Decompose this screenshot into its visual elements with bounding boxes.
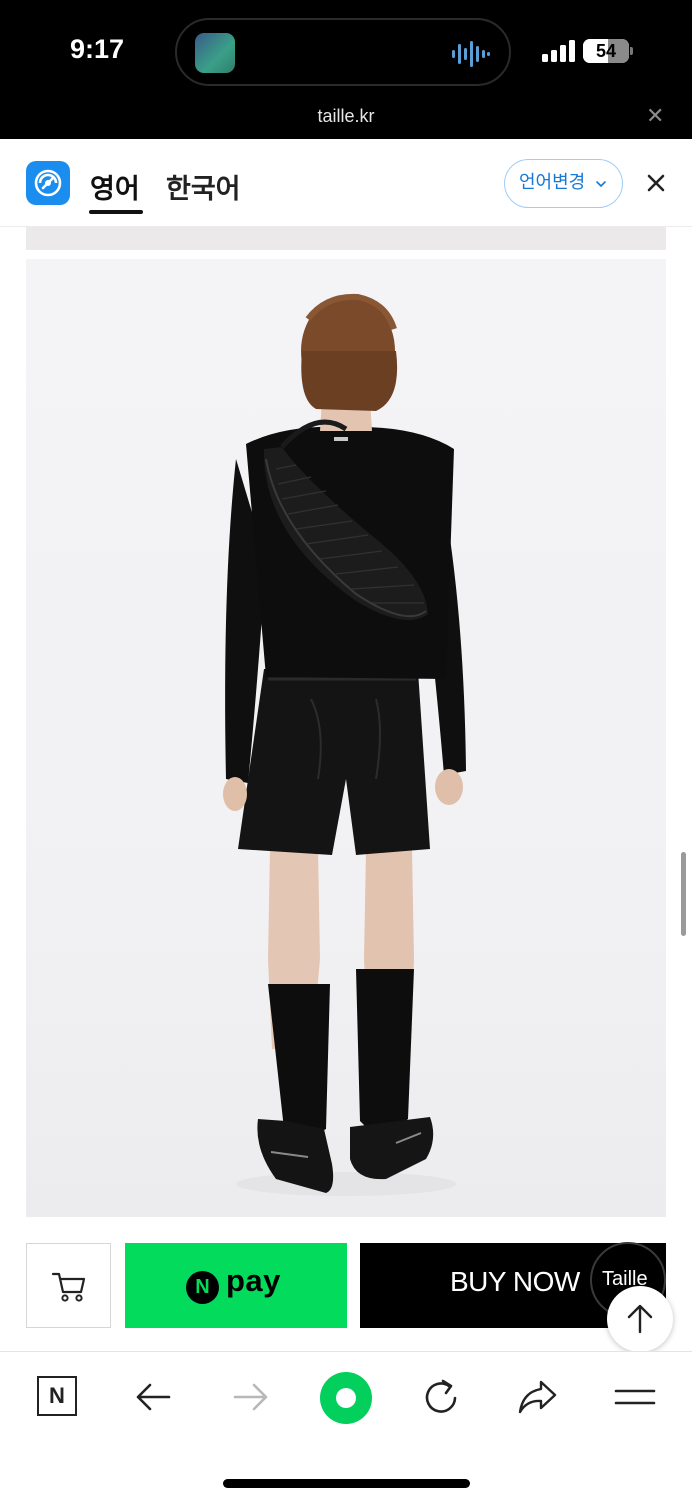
naver-pay-label: pay [226, 1263, 281, 1298]
tab-korean[interactable]: 한국어 [166, 167, 241, 206]
back-arrow-icon[interactable] [131, 1374, 177, 1420]
tab-english[interactable]: 영어 [90, 167, 140, 206]
signal-bars-icon [542, 40, 575, 62]
change-language-label: 언어변경 [519, 172, 586, 193]
forward-arrow-icon[interactable] [227, 1374, 273, 1420]
product-photo [26, 259, 666, 1217]
scrollbar-thumb[interactable] [681, 852, 686, 936]
naver-home-icon[interactable]: N [37, 1376, 77, 1416]
status-time: 9:17 [70, 34, 125, 64]
close-icon[interactable] [643, 170, 669, 196]
close-icon[interactable]: ✕ [646, 105, 664, 127]
recording-app-icon [195, 33, 235, 73]
browser-toolbar: N [0, 1351, 692, 1500]
battery-indicator: 54 [583, 39, 629, 63]
model-illustration [223, 293, 466, 1196]
change-language-button[interactable]: 언어변경 [504, 159, 623, 208]
purchase-bar: N pay BUY NOW Taille [0, 1225, 692, 1352]
audio-waveform-icon [452, 41, 490, 67]
arrow-up-icon [627, 1304, 653, 1334]
previous-image-edge [26, 227, 666, 250]
menu-icon[interactable] [612, 1374, 658, 1420]
dynamic-island[interactable] [175, 18, 511, 86]
translate-logo-icon [26, 161, 70, 205]
translate-bar: 영어 한국어 언어변경 [0, 139, 692, 227]
scroll-to-top-button[interactable] [607, 1286, 673, 1352]
share-icon[interactable] [515, 1374, 561, 1420]
chevron-down-icon [596, 181, 606, 187]
battery-level: 54 [595, 41, 617, 61]
page: 9:17 54 taille.kr ✕ 영어 한국어 언어변경 N pay BU… [0, 0, 692, 1500]
reload-icon[interactable] [419, 1374, 465, 1420]
buy-now-label: BUY NOW [450, 1266, 580, 1297]
naver-pay-badge: N [186, 1271, 219, 1304]
battery-nub [630, 47, 633, 55]
home-indicator [223, 1479, 470, 1488]
url-bar[interactable]: taille.kr ✕ [0, 100, 692, 139]
cart-icon [51, 1272, 86, 1302]
status-bar: 9:17 54 [0, 0, 692, 100]
naver-pay-button[interactable]: N pay [125, 1243, 347, 1328]
green-dot-icon[interactable] [320, 1372, 372, 1424]
cart-button[interactable] [26, 1243, 111, 1328]
url-domain[interactable]: taille.kr [0, 106, 692, 127]
active-tab-indicator [89, 210, 143, 214]
